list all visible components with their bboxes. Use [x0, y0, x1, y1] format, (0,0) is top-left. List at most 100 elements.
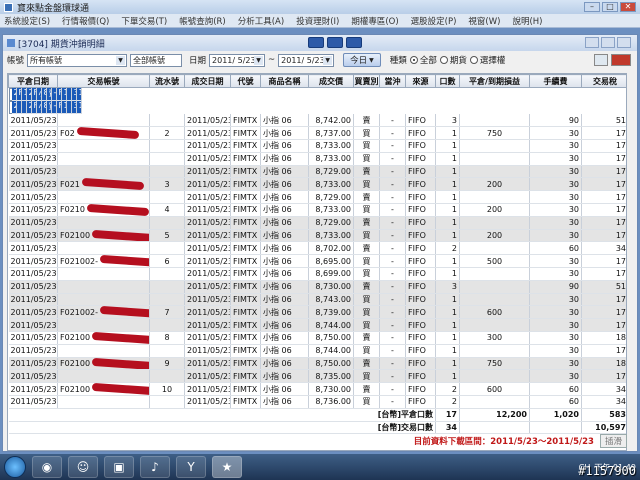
redaction-mark — [86, 203, 149, 216]
table-row[interactable]: 2011/05/23 2011/05/23 FIMTX 小指 06 8,729.00 賣 -… — [8, 216, 626, 230]
account-select[interactable]: 所有帳號 ▼ — [27, 53, 128, 67]
start-button[interactable] — [4, 456, 26, 478]
cell-date: 2011/05/23 — [8, 165, 58, 179]
date-to-picker[interactable]: 2011/ 5/23 ▼ — [278, 53, 335, 67]
cell-tdate-text: 2011/05/23 — [187, 371, 231, 381]
today-button[interactable]: 今日 ▼ — [343, 53, 381, 67]
cell-name-text: 小指 06 — [263, 307, 292, 317]
column-header[interactable]: 成交日期 — [184, 74, 231, 88]
menu-item[interactable]: 分析工具(A) — [238, 15, 284, 27]
menu-item[interactable]: 說明(H) — [512, 15, 542, 27]
table-row[interactable]: 2011/05/23 F02100 10 2011/05/23 FIMTX 小指 06 8,… — [8, 382, 626, 397]
column-header[interactable]: 手續費 — [529, 74, 582, 88]
table-row[interactable]: 2011/05/23 2011/05/23 FIMTX 小指 06 8,744.00 買 -… — [8, 344, 626, 358]
column-header[interactable]: 平倉/到期損益 — [459, 74, 530, 88]
table-row[interactable]: 2011/05/232011/05/20FIMTX小指 068,821.00買-… — [8, 101, 82, 114]
table-row[interactable]: 2011/05/23 2011/05/23 FIMTX 小指 06 8,733.00 買 -… — [8, 152, 626, 166]
table-row[interactable]: 2011/05/23 F02100 5 2011/05/23 FIMTX 小指 06 8,7… — [8, 229, 626, 243]
cell-date: 2011/05/23 — [8, 177, 58, 192]
cell-fee: 60 — [529, 382, 582, 397]
table-row[interactable]: 2011/05/23 F021002- 6 2011/05/23 FIMTX 小指 06 8… — [8, 254, 626, 269]
table-row[interactable]: 2011/05/23 2011/05/23 FIMTX 小指 06 8,729.00 賣 -… — [8, 190, 626, 205]
menu-item[interactable]: 系統設定(S) — [4, 15, 50, 27]
column-header[interactable]: 來源 — [405, 74, 436, 88]
table-row[interactable]: 2011/05/23 F02 2 2011/05/23 FIMTX 小指 06 8,737.… — [8, 126, 626, 141]
offset-detail-grid[interactable]: 平倉日期 交易帳號 流水號 成交日期 代號 商品名稱 成交價 買賣別 當沖 來源 口數 平倉/到期損益… — [7, 73, 627, 451]
cell-src: FIFO — [405, 114, 436, 128]
chart-icon[interactable] — [327, 37, 343, 48]
speaker-icon[interactable]: ♪ — [140, 456, 170, 478]
cell-fee: 30 — [529, 216, 582, 230]
menu-item[interactable]: 行情報價(Q) — [62, 15, 109, 27]
export-icon[interactable] — [611, 54, 631, 66]
column-header[interactable]: 買賣別 — [353, 74, 380, 88]
column-header[interactable]: 交易稅 — [581, 74, 626, 88]
table-row[interactable]: 2011/05/23 2011/05/23 FIMTX 小指 06 8,730.00 賣 -… — [8, 280, 626, 294]
radio-future[interactable]: 期貨 — [439, 54, 467, 66]
table-row[interactable]: 2011/05/23 2011/05/23 FIMTX 小指 06 8,735.00 買 -… — [8, 369, 626, 384]
table-row[interactable]: 2011/05/23 F02100 9 2011/05/23 FIMTX 小指 06 8,7… — [8, 357, 626, 371]
cell-tax-text: 18 — [615, 333, 626, 343]
table-row[interactable]: 2011/05/23 2011/05/23 FIMTX 小指 06 8,742.00 賣 -… — [8, 114, 626, 128]
messenger-icon[interactable]: ☺ — [68, 456, 98, 478]
table-row[interactable]: 2011/05/23 F021002- 7 2011/05/23 FIMTX 小指 06 8… — [8, 305, 626, 320]
radio-option[interactable]: 選擇權 — [469, 54, 505, 66]
cell-bs: 賣 — [353, 241, 380, 256]
cell-name: 小指 06 — [260, 331, 309, 345]
minimize-button[interactable]: – — [584, 2, 600, 12]
table-row[interactable]: 2011/05/23 2011/05/23 FIMTX 小指 06 8,729.00 賣 -… — [8, 165, 626, 179]
table-row[interactable]: 2011/05/23 2011/05/23 FIMTX 小指 06 8,743.00 買 -… — [8, 293, 626, 307]
cell-code-text: FIMTX — [233, 269, 258, 279]
summary-empty-cell — [529, 420, 582, 435]
column-header[interactable]: 平倉日期 — [8, 74, 58, 88]
cell-name: 小指 06 — [260, 305, 309, 320]
yahoo-icon[interactable]: Y — [176, 456, 206, 478]
table-row[interactable]: 2011/05/23 F02100 8 2011/05/23 FIMTX 小指 06 8,7… — [8, 331, 626, 345]
all-accounts-field[interactable]: 全部帳號 — [130, 53, 183, 67]
menu-item[interactable]: 選股設定(P) — [411, 15, 457, 27]
cell-qty: 2 — [435, 241, 460, 256]
cell-bs-text: 買 — [362, 154, 371, 164]
box-icon[interactable]: ▣ — [104, 456, 134, 478]
date-from-picker[interactable]: 2011/ 5/23 ▼ — [209, 53, 266, 67]
close-button[interactable]: ✕ — [620, 2, 636, 12]
table-row[interactable]: 2011/05/23 2011/05/23 FIMTX 小指 06 8,744.00 買 -… — [8, 318, 626, 333]
radio-all[interactable]: 全部 — [409, 54, 437, 66]
cell-price: 8,695.00 — [308, 254, 354, 269]
cell-price-text: 8,733.00 — [315, 205, 351, 215]
cell-pnl: 750 — [459, 357, 530, 371]
menu-item[interactable]: 視窗(W) — [468, 15, 500, 27]
table-row[interactable]: 2011/05/23F012011/05/20FIMTX小指 068,809.0… — [8, 88, 82, 101]
close-panel-icon[interactable] — [346, 37, 362, 48]
column-header[interactable]: 交易帳號 — [57, 74, 150, 88]
child-close-button[interactable] — [617, 37, 631, 48]
child-maximize-button[interactable] — [601, 37, 615, 48]
menu-item[interactable]: 下單交易(T) — [121, 15, 167, 27]
column-header[interactable]: 流水號 — [149, 74, 185, 88]
grid-icon[interactable] — [308, 37, 324, 48]
column-header[interactable]: 口數 — [435, 74, 460, 88]
column-header[interactable]: 代號 — [230, 74, 261, 88]
table-row[interactable]: 2011/05/23 F021 3 2011/05/23 FIMTX 小指 06 8,733… — [8, 177, 626, 192]
table-row[interactable]: 2011/05/23 2011/05/23 FIMTX 小指 06 8,699.00 買 -… — [8, 267, 626, 281]
menu-item[interactable]: 投資理財(I) — [296, 15, 339, 27]
column-header[interactable]: 當沖 — [379, 74, 406, 88]
table-row[interactable]: 2011/05/23 F0210 4 2011/05/23 FIMTX 小指 06 8,73… — [8, 203, 626, 217]
table-row[interactable]: 2011/05/23 2011/05/23 FIMTX 小指 06 8,736.00 買 -… — [8, 395, 626, 409]
cell-serial — [149, 344, 185, 358]
menu-item[interactable]: 帳號查詢(R) — [179, 15, 226, 27]
cell-qty-text: 1 — [451, 205, 457, 215]
column-header[interactable]: 成交價 — [308, 74, 354, 88]
column-header[interactable]: 商品名稱 — [260, 74, 309, 88]
table-row[interactable]: 2011/05/23 2011/05/23 FIMTX 小指 06 8,702.00 賣 -… — [8, 241, 626, 256]
print-icon[interactable] — [594, 54, 608, 66]
cell-code: FIMTX — [230, 126, 261, 141]
menu-item[interactable]: 期權專區(O) — [351, 15, 398, 27]
firefox-icon[interactable]: ◉ — [32, 456, 62, 478]
maximize-button[interactable]: □ — [602, 2, 618, 12]
cell-dt-text: - — [391, 179, 394, 189]
export-button[interactable]: 插滑 — [599, 434, 627, 448]
child-minimize-button[interactable] — [585, 37, 599, 48]
game-icon[interactable]: ★ — [212, 456, 242, 478]
table-row[interactable]: 2011/05/23 2011/05/23 FIMTX 小指 06 8,733.00 買 -… — [8, 139, 626, 153]
